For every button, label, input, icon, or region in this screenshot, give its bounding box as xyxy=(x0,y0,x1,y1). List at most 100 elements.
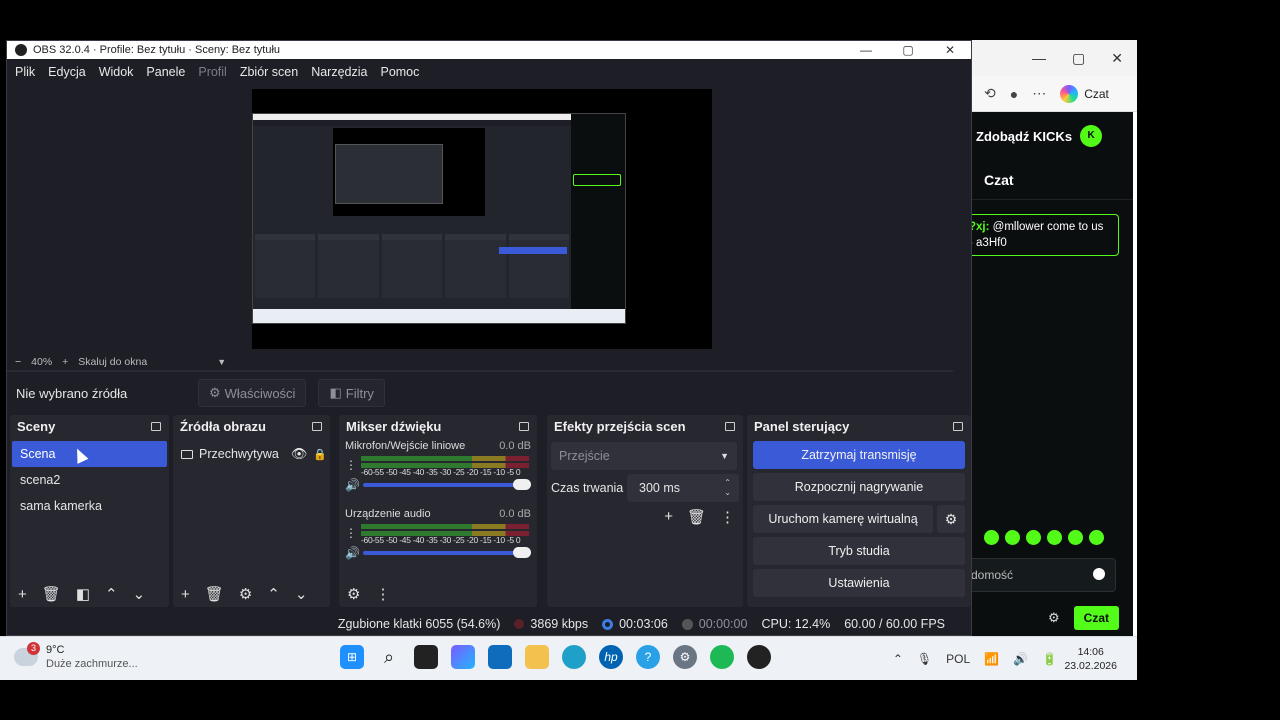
trash-icon[interactable]: 🗑 xyxy=(42,585,61,603)
m365-icon[interactable] xyxy=(451,645,475,669)
edge-icon[interactable] xyxy=(562,645,586,669)
source-item[interactable]: Przechwytywa 👁 🔒 xyxy=(173,441,330,467)
more-icon[interactable]: ⋮ xyxy=(375,585,390,603)
gear-icon[interactable]: ⚙ xyxy=(937,505,965,533)
scene-item[interactable]: scena2 xyxy=(12,467,167,493)
restore-button[interactable]: ▢ xyxy=(1072,50,1085,67)
undock-icon[interactable] xyxy=(519,421,529,431)
trash-icon[interactable]: 🗑 xyxy=(205,585,224,603)
start-icon[interactable]: ⊞ xyxy=(340,645,364,669)
scale-mode-chevron-icon[interactable]: ▼ xyxy=(217,357,226,367)
filter-icon[interactable]: ◧ xyxy=(76,585,90,603)
menu-pomoc[interactable]: Pomoc xyxy=(380,65,419,79)
channel-menu-icon[interactable]: ⋮ xyxy=(345,458,357,472)
lock-icon[interactable]: 🔒 xyxy=(313,448,327,461)
undock-icon[interactable] xyxy=(953,421,963,431)
close-button[interactable]: ✕ xyxy=(929,41,971,59)
more-icon[interactable]: ⋮ xyxy=(720,508,735,526)
store-icon[interactable] xyxy=(488,645,512,669)
spotify-icon[interactable] xyxy=(710,645,734,669)
task-view-icon[interactable] xyxy=(414,645,438,669)
emote-icon[interactable] xyxy=(1089,530,1104,545)
undock-icon[interactable] xyxy=(725,421,735,431)
channel-menu-icon[interactable]: ⋮ xyxy=(345,526,357,540)
kicks-bar[interactable]: Zdobądź KICKs K xyxy=(970,112,1133,160)
chat-input[interactable]: domość xyxy=(958,558,1116,592)
battery-icon[interactable]: 🔋 xyxy=(1042,652,1057,666)
move-up-icon[interactable]: ⌃ xyxy=(267,585,280,603)
emoji-icon[interactable] xyxy=(1093,568,1105,580)
more-icon[interactable]: ⋯ xyxy=(1032,85,1046,102)
hp-icon[interactable]: hp xyxy=(599,645,623,669)
kicks-avatar-icon[interactable]: K xyxy=(1080,125,1103,147)
emote-icon[interactable] xyxy=(1005,530,1020,545)
emote-icon[interactable] xyxy=(984,530,999,545)
scene-item[interactable]: sama kamerka xyxy=(12,493,167,519)
chat-message-user[interactable]: ?xj: xyxy=(969,221,989,233)
emote-icon[interactable] xyxy=(1068,530,1083,545)
microphone-icon[interactable]: 🎙 xyxy=(917,652,932,666)
settings-gear-icon[interactable]: ⚙ xyxy=(673,645,697,669)
emote-icon[interactable] xyxy=(1047,530,1062,545)
menu-edycja[interactable]: Edycja xyxy=(48,65,86,79)
chat-send-button[interactable]: Czat xyxy=(1073,606,1119,630)
zoom-in-button[interactable]: + xyxy=(62,356,68,368)
folder-icon[interactable] xyxy=(525,645,549,669)
emote-icon[interactable] xyxy=(1026,530,1041,545)
menu-zbior-scen[interactable]: Zbiór scen xyxy=(240,65,298,79)
add-icon[interactable]: + xyxy=(664,508,673,526)
minimize-button[interactable]: — xyxy=(1032,50,1046,66)
move-down-icon[interactable]: ⌄ xyxy=(133,585,146,603)
program-preview[interactable] xyxy=(252,89,712,349)
close-button[interactable]: ✕ xyxy=(1111,50,1123,67)
speaker-icon[interactable]: 🔊 xyxy=(345,478,360,492)
menu-plik[interactable]: Plik xyxy=(15,65,35,79)
add-icon[interactable]: + xyxy=(181,586,190,603)
volume-slider[interactable] xyxy=(363,547,531,558)
copilot-button[interactable]: Czat xyxy=(1060,84,1109,103)
weather-widget[interactable]: 3 9°C Duże zachmurze... xyxy=(14,642,138,671)
menu-widok[interactable]: Widok xyxy=(99,65,134,79)
chat-settings-icon[interactable]: ⚙ xyxy=(1048,610,1060,626)
filters-button[interactable]: ◧ Filtry xyxy=(318,379,385,407)
menu-panele[interactable]: Panele xyxy=(146,65,185,79)
zoom-out-button[interactable]: − xyxy=(15,356,21,368)
volume-icon[interactable]: 🔊 xyxy=(1013,652,1028,666)
wifi-icon[interactable]: 📶 xyxy=(984,652,999,666)
duration-spinbox[interactable]: 300 ms ⌃ ⌄ xyxy=(627,474,739,502)
properties-button[interactable]: ⚙ Właściwości xyxy=(198,379,307,407)
volume-slider[interactable] xyxy=(363,479,531,490)
obs-taskbar-icon[interactable] xyxy=(747,645,771,669)
move-up-icon[interactable]: ⌃ xyxy=(105,585,118,603)
settings-button[interactable]: Ustawienia xyxy=(753,569,965,597)
preview-scrollbar[interactable] xyxy=(7,370,953,372)
spin-arrows-icon[interactable]: ⌃ ⌄ xyxy=(724,478,731,498)
chevron-up-icon[interactable]: ⌃ xyxy=(893,652,903,666)
virtual-camera-button[interactable]: Uruchom kamerę wirtualną xyxy=(753,505,933,533)
minimize-button[interactable]: — xyxy=(845,41,887,59)
history-icon[interactable]: ⟲ xyxy=(984,85,996,102)
add-icon[interactable]: + xyxy=(18,586,27,603)
search-icon[interactable]: ⌕ xyxy=(377,645,401,669)
trash-icon[interactable]: 🗑 xyxy=(687,508,706,526)
studio-mode-button[interactable]: Tryb studia xyxy=(753,537,965,565)
transition-select[interactable]: Przejście ▼ xyxy=(551,442,737,470)
menu-narzedzia[interactable]: Narzędzia xyxy=(311,65,367,79)
profile-icon[interactable]: ● xyxy=(1010,86,1018,102)
scene-item[interactable]: Scena xyxy=(12,441,167,467)
stop-stream-button[interactable]: Zatrzymaj transmisję xyxy=(753,441,965,469)
gear-icon[interactable]: ⚙ xyxy=(347,585,360,603)
maximize-button[interactable]: ▢ xyxy=(887,41,929,59)
gear-icon[interactable]: ⚙ xyxy=(239,585,252,603)
undock-icon[interactable] xyxy=(312,421,322,431)
eye-icon[interactable]: 👁 xyxy=(291,446,308,462)
scale-mode-select[interactable]: Skaluj do okna xyxy=(78,356,147,368)
move-down-icon[interactable]: ⌄ xyxy=(295,585,308,603)
help-icon[interactable]: ? xyxy=(636,645,660,669)
menu-profil[interactable]: Profil xyxy=(198,65,226,79)
language-indicator[interactable]: POL xyxy=(946,652,970,666)
start-recording-button[interactable]: Rozpocznij nagrywanie xyxy=(753,473,965,501)
clock[interactable]: 14:06 23.02.2026 xyxy=(1064,645,1117,673)
speaker-icon[interactable]: 🔊 xyxy=(345,546,360,560)
undock-icon[interactable] xyxy=(151,421,161,431)
